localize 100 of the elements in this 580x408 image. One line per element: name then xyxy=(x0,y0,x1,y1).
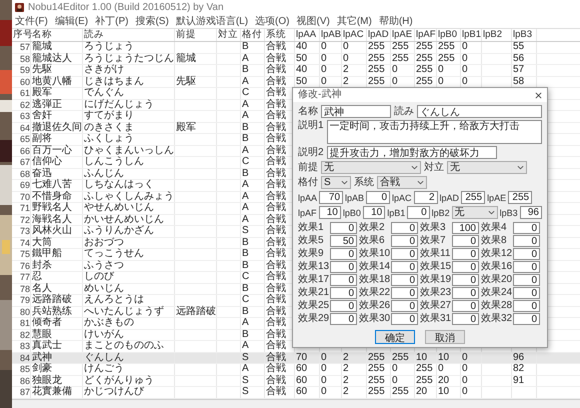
column-header[interactable]: lpAC xyxy=(342,29,367,41)
dropdown[interactable]: 无 xyxy=(447,161,527,174)
number-field[interactable]: 0 xyxy=(513,248,540,260)
number-field[interactable]: 0 xyxy=(452,300,479,312)
column-header[interactable]: lpB1 xyxy=(461,29,482,41)
table-cell: おおづつ xyxy=(84,236,124,248)
column-header[interactable]: 格付 xyxy=(241,29,265,41)
number-field[interactable]: 0 xyxy=(391,313,418,325)
caret-icon xyxy=(517,165,524,170)
dropdown[interactable]: 合戦 xyxy=(377,176,427,189)
menu-item[interactable]: 文件(F) xyxy=(15,14,48,28)
column-header[interactable]: lpAD xyxy=(367,29,391,41)
number-field[interactable]: 0 xyxy=(452,287,479,299)
table-cell: B xyxy=(242,236,249,248)
name-field[interactable]: 武神 xyxy=(321,105,391,118)
dropdown[interactable]: 无 xyxy=(321,161,421,174)
number-field[interactable]: 0 xyxy=(452,235,479,247)
menu-item[interactable]: 选项(O) xyxy=(255,14,290,28)
menu-item[interactable]: 默认游戏语言(L) xyxy=(176,14,248,28)
number-field[interactable]: 10 xyxy=(318,206,341,219)
table-row[interactable]: 58 籠城达人 ろうじょうたつじん 籠城 A 合戦 50 0 0 255 255 255 255 0 56 xyxy=(12,54,580,65)
number-field[interactable]: 0 xyxy=(330,248,357,260)
menu-item[interactable]: 其它(M) xyxy=(336,14,372,28)
number-field[interactable]: 0 xyxy=(330,261,357,273)
number-field[interactable]: 0 xyxy=(391,222,418,234)
column-header[interactable]: 名称 xyxy=(31,29,83,41)
description-field[interactable]: 提升攻击力，增加對敌方的破坏力 xyxy=(326,146,497,159)
table-cell: 71 xyxy=(20,203,30,213)
column-header[interactable]: lpB2 xyxy=(482,29,512,41)
number-field[interactable]: 0 xyxy=(452,313,479,325)
number-field[interactable]: 0 xyxy=(513,261,540,273)
number-field[interactable]: 0 xyxy=(330,222,357,234)
menu-item[interactable]: 编辑(E) xyxy=(54,14,88,28)
column-header[interactable]: lpAF xyxy=(415,29,437,41)
number-field[interactable]: 50 xyxy=(330,235,357,247)
number-field[interactable]: 0 xyxy=(513,235,540,247)
menu-item[interactable]: 帮助(H) xyxy=(378,14,413,28)
number-field[interactable]: 0 xyxy=(330,313,357,325)
number-field[interactable]: 0 xyxy=(452,274,479,286)
number-field[interactable]: 0 xyxy=(330,300,357,312)
field-label: 效果27 xyxy=(420,300,450,312)
ok-button[interactable]: 确定 xyxy=(375,330,415,344)
column-header[interactable]: lpAE xyxy=(391,29,415,41)
number-field[interactable]: 255 xyxy=(508,191,532,204)
number-field[interactable]: 10 xyxy=(362,206,386,219)
field-label: 效果16 xyxy=(481,261,511,273)
table-cell: 20 xyxy=(438,374,450,386)
number-field[interactable]: 0 xyxy=(391,287,418,299)
table-cell: 0 xyxy=(392,64,398,75)
number-field[interactable]: 0 xyxy=(513,287,540,299)
number-field[interactable]: 0 xyxy=(391,261,418,273)
close-icon[interactable] xyxy=(535,92,542,98)
number-field[interactable]: 0 xyxy=(391,235,418,247)
dropdown[interactable]: S xyxy=(321,176,351,189)
table-row[interactable]: 84 武神 ぐんしん S 合戦 70 0 2 255 255 10 10 0 96 xyxy=(12,352,580,364)
column-header[interactable]: 前提 xyxy=(175,29,217,41)
number-field[interactable]: 0 xyxy=(330,287,357,299)
table-cell: A xyxy=(242,190,249,202)
number-field[interactable]: 96 xyxy=(520,206,542,219)
table-cell: 0 xyxy=(462,386,468,397)
table-cell: 0 xyxy=(392,76,398,86)
menu-item[interactable]: 搜索(S) xyxy=(135,14,169,28)
column-header[interactable]: lpB0 xyxy=(437,29,461,41)
dropdown[interactable]: 无 xyxy=(452,206,498,219)
number-field[interactable]: 0 xyxy=(452,248,479,260)
column-header[interactable]: lpAB xyxy=(320,29,342,41)
number-field[interactable]: 0 xyxy=(513,313,540,325)
menu-item[interactable]: 视图(V) xyxy=(296,14,330,28)
column-header[interactable]: 序号 xyxy=(12,29,31,41)
table-row[interactable]: 85 剑豪 けんごう A 合戦 60 0 2 255 0 255 0 0 82 xyxy=(12,364,580,376)
column-header[interactable]: 系统 xyxy=(265,29,295,41)
number-field[interactable]: 0 xyxy=(391,274,418,286)
number-field[interactable]: 0 xyxy=(513,274,540,286)
table-cell: 0 xyxy=(462,374,468,386)
column-header[interactable]: lpAA xyxy=(295,29,320,41)
table-cell: 0 xyxy=(321,52,327,64)
column-header[interactable]: lpB3 xyxy=(512,29,537,41)
number-field[interactable]: 100 xyxy=(452,222,479,234)
menu-item[interactable]: 补丁(P) xyxy=(95,14,128,28)
table-row[interactable]: 57 籠城 ろうじょう B 合戦 40 0 0 255 255 255 255 0 55 xyxy=(12,42,580,54)
reading-field[interactable]: ぐんしん xyxy=(417,105,542,118)
table-cell: 10 xyxy=(416,352,428,362)
number-field[interactable]: 0 xyxy=(513,222,540,234)
number-field[interactable]: 0 xyxy=(513,300,540,312)
number-field[interactable]: 0 xyxy=(407,206,430,219)
number-field[interactable]: 0 xyxy=(330,274,357,286)
column-header[interactable]: 読み xyxy=(83,29,175,41)
table-cell: 风林火山 xyxy=(32,225,72,236)
number-field[interactable]: 255 xyxy=(461,191,486,204)
column-header[interactable]: 対立 xyxy=(217,29,241,41)
number-field[interactable]: 0 xyxy=(391,300,418,312)
number-field[interactable]: 2 xyxy=(414,191,438,204)
number-field[interactable]: 70 xyxy=(319,191,344,204)
table-row[interactable]: 59 先駆 さきがけ B 合戦 40 0 2 255 0 255 0 0 57 xyxy=(12,65,580,76)
number-field[interactable]: 0 xyxy=(391,248,418,260)
cancel-button[interactable]: 取消 xyxy=(425,330,465,344)
table-cell: 0 xyxy=(462,352,468,362)
table-row[interactable]: 86 独眼龙 どくがんりゅう S 合戦 60 0 2 255 0 255 20 0 91 xyxy=(12,376,580,387)
number-field[interactable]: 0 xyxy=(366,191,390,204)
number-field[interactable]: 0 xyxy=(452,261,479,273)
